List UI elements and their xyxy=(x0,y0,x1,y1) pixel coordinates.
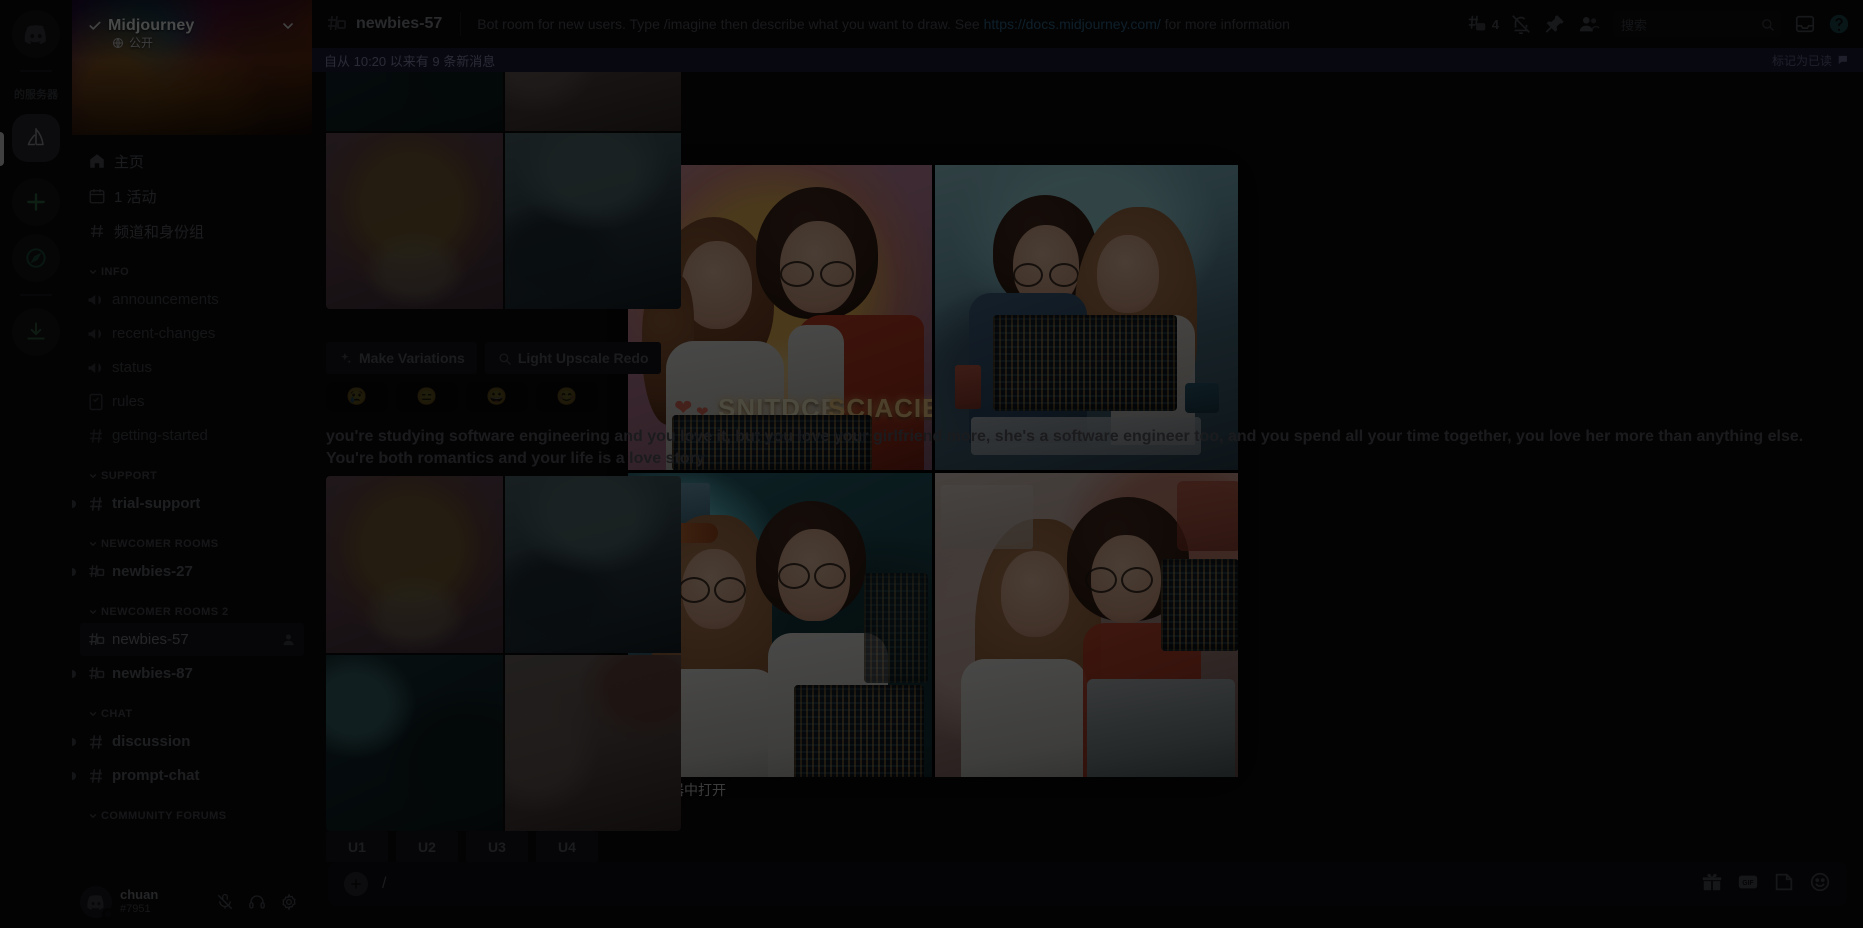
image-lightbox-overlay[interactable] xyxy=(0,0,1863,928)
discord-app-window: 的服务器 Midjourney xyxy=(0,0,1863,928)
